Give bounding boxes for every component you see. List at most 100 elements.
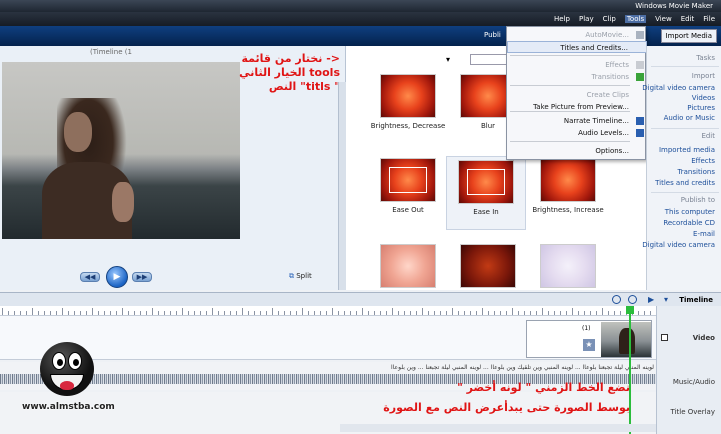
task-link[interactable]: Imported media — [659, 146, 715, 154]
tasks-separator — [651, 128, 719, 129]
task-link[interactable]: Recordable CD — [663, 219, 715, 227]
timeline-ruler[interactable] — [0, 306, 656, 316]
menu-clip[interactable]: Clip — [603, 15, 616, 23]
effect-item[interactable] — [448, 244, 528, 292]
tools-menu-item[interactable]: Effects — [507, 59, 647, 71]
ruler-tick — [140, 311, 141, 315]
tasks-section-publish: Publish to — [680, 196, 715, 204]
tools-menu-item-label: AutoMovie... — [585, 31, 629, 39]
split-icon: ⧉ — [289, 272, 294, 280]
effect-thumbnail — [540, 244, 596, 288]
ruler-tick — [374, 311, 375, 315]
task-link[interactable]: Titles and credits — [655, 179, 715, 187]
ruler-tick — [542, 308, 543, 315]
timeline-scrollbar[interactable] — [340, 424, 656, 432]
effect-item[interactable] — [528, 244, 608, 292]
forward-button[interactable]: ▶▶ — [132, 272, 152, 282]
tools-menu: AutoMovie... Titles and Credits... Effects… — [506, 26, 647, 160]
tools-menu-item[interactable]: Options... — [507, 145, 647, 157]
effect-item[interactable]: Ease Out — [368, 158, 448, 214]
ruler-tick — [338, 311, 339, 315]
tools-menu-item[interactable]: AutoMovie... — [507, 29, 647, 41]
ruler-tick — [26, 311, 27, 315]
task-link[interactable]: Digital video camera — [642, 84, 715, 92]
timeline-clip[interactable]: (1) ★ — [526, 320, 652, 358]
tools-menu-item-label: Titles and Credits... — [560, 44, 628, 52]
mascot-mouth — [50, 374, 84, 390]
woman-face — [64, 112, 92, 152]
ruler-tick — [584, 311, 585, 315]
menu-tools[interactable]: Tools — [624, 15, 647, 23]
timeline-title[interactable]: Timeline — [679, 296, 713, 304]
publish-button[interactable]: Publi — [484, 31, 501, 39]
play-button[interactable]: ▶ — [106, 266, 128, 288]
ruler-tick — [152, 308, 153, 315]
task-link[interactable]: E-mail — [693, 230, 715, 238]
ruler-tick — [440, 311, 441, 315]
menu-edit[interactable]: Edit — [681, 15, 695, 23]
tools-menu-item[interactable]: Audio Levels... — [507, 127, 647, 139]
ruler-tick — [560, 311, 561, 315]
task-link[interactable]: Effects — [691, 157, 715, 165]
menu-file[interactable]: File — [703, 15, 715, 23]
effect-label: Brightness, Decrease — [370, 122, 446, 130]
rewind-button[interactable]: ◀◀ — [80, 272, 100, 282]
effect-item[interactable]: Brightness, Decrease — [368, 74, 448, 130]
ruler-tick — [272, 308, 273, 315]
ruler-tick — [32, 308, 33, 315]
tools-menu-icon — [636, 117, 644, 125]
task-link[interactable]: Digital video camera — [642, 241, 715, 249]
effect-item[interactable]: Brightness, Increase — [528, 158, 608, 214]
clip-number: (1) — [582, 325, 591, 332]
ruler-tick — [332, 308, 333, 315]
menu-help[interactable]: Help — [554, 15, 570, 23]
split-button[interactable]: ⧉ Split — [289, 272, 312, 281]
ruler-tick — [596, 311, 597, 315]
annotation-top-line2: tools الخيار الثاني — [239, 66, 340, 79]
task-link[interactable]: Transitions — [678, 168, 716, 176]
ruler-tick — [200, 311, 201, 315]
ruler-tick — [296, 311, 297, 315]
effect-label: Ease Out — [392, 206, 424, 214]
ruler-tick — [50, 311, 51, 315]
view-options-icon[interactable]: ▾ — [446, 55, 450, 64]
ruler-tick — [458, 311, 459, 315]
zoom-in-icon[interactable] — [612, 295, 621, 304]
ruler-tick — [170, 311, 171, 315]
tools-menu-item[interactable]: Transitions — [507, 71, 647, 83]
effect-item[interactable]: Ease In — [446, 156, 526, 230]
ruler-tick — [254, 311, 255, 315]
tasks-separator — [651, 192, 719, 193]
ruler-tick — [206, 311, 207, 315]
ruler-tick — [260, 311, 261, 315]
ruler-tick — [2, 308, 3, 315]
task-link[interactable]: Pictures — [687, 104, 715, 112]
effect-label: Ease In — [473, 208, 499, 216]
ruler-tick — [182, 308, 183, 315]
menu-list: Help Play Clip Tools View Edit File — [554, 15, 715, 23]
ruler-tick — [212, 308, 213, 315]
task-link[interactable]: Videos — [692, 94, 715, 102]
video-track-toggle[interactable] — [661, 334, 668, 341]
timeline-view-icon[interactable]: ▾ — [664, 295, 668, 304]
ruler-tick — [14, 311, 15, 315]
import-media-button[interactable]: Import Media — [660, 29, 717, 43]
menu-view[interactable]: View — [655, 15, 672, 23]
tools-menu-item[interactable]: Create Clips — [507, 89, 647, 101]
effects-category-dropdown[interactable] — [470, 54, 510, 65]
ruler-tick — [266, 311, 267, 315]
effect-item[interactable] — [368, 244, 448, 292]
ruler-tick — [518, 311, 519, 315]
timeline-play-icon[interactable]: ▶ — [648, 295, 654, 304]
playhead-handle[interactable] — [626, 306, 634, 314]
task-link[interactable]: Audio or Music — [664, 114, 715, 122]
mascot-right-eye — [68, 352, 82, 370]
tools-menu-item[interactable]: Titles and Credits... — [507, 41, 647, 53]
ruler-tick — [464, 311, 465, 315]
zoom-out-icon[interactable] — [628, 295, 637, 304]
tools-menu-item[interactable]: Narrate Timeline... — [507, 115, 647, 127]
menu-play[interactable]: Play — [579, 15, 594, 23]
effects-scrollbar[interactable] — [338, 82, 346, 290]
task-link[interactable]: This computer — [665, 208, 715, 216]
ruler-tick — [248, 311, 249, 315]
